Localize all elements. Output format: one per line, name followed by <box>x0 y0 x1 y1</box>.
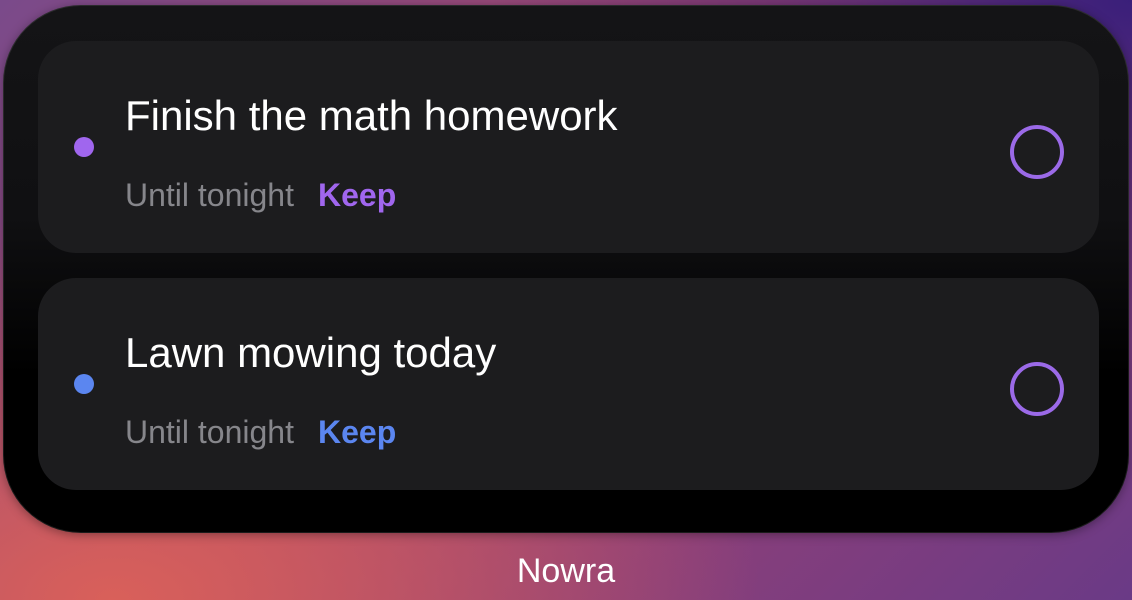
task-due-label: Until tonight <box>125 177 294 213</box>
task-card[interactable]: Lawn mowing today Until tonight Keep <box>38 278 1099 490</box>
task-color-dot <box>74 137 94 157</box>
keep-link[interactable]: Keep <box>318 414 396 450</box>
task-title: Lawn mowing today <box>125 329 497 376</box>
task-title: Finish the math homework <box>125 92 618 139</box>
complete-checkbox-icon[interactable] <box>1010 125 1064 179</box>
task-card[interactable]: Finish the math homework Until tonight Ke… <box>38 41 1099 253</box>
task-meta: Until tonight Keep <box>125 175 396 215</box>
task-color-dot <box>74 374 94 394</box>
widget-name-label: Nowra <box>516 552 616 590</box>
task-due-label: Until tonight <box>125 414 294 450</box>
complete-checkbox-icon[interactable] <box>1010 362 1064 416</box>
keep-link[interactable]: Keep <box>318 177 396 213</box>
task-meta: Until tonight Keep <box>125 412 396 452</box>
task-widget[interactable]: Finish the math homework Until tonight Ke… <box>3 5 1129 533</box>
